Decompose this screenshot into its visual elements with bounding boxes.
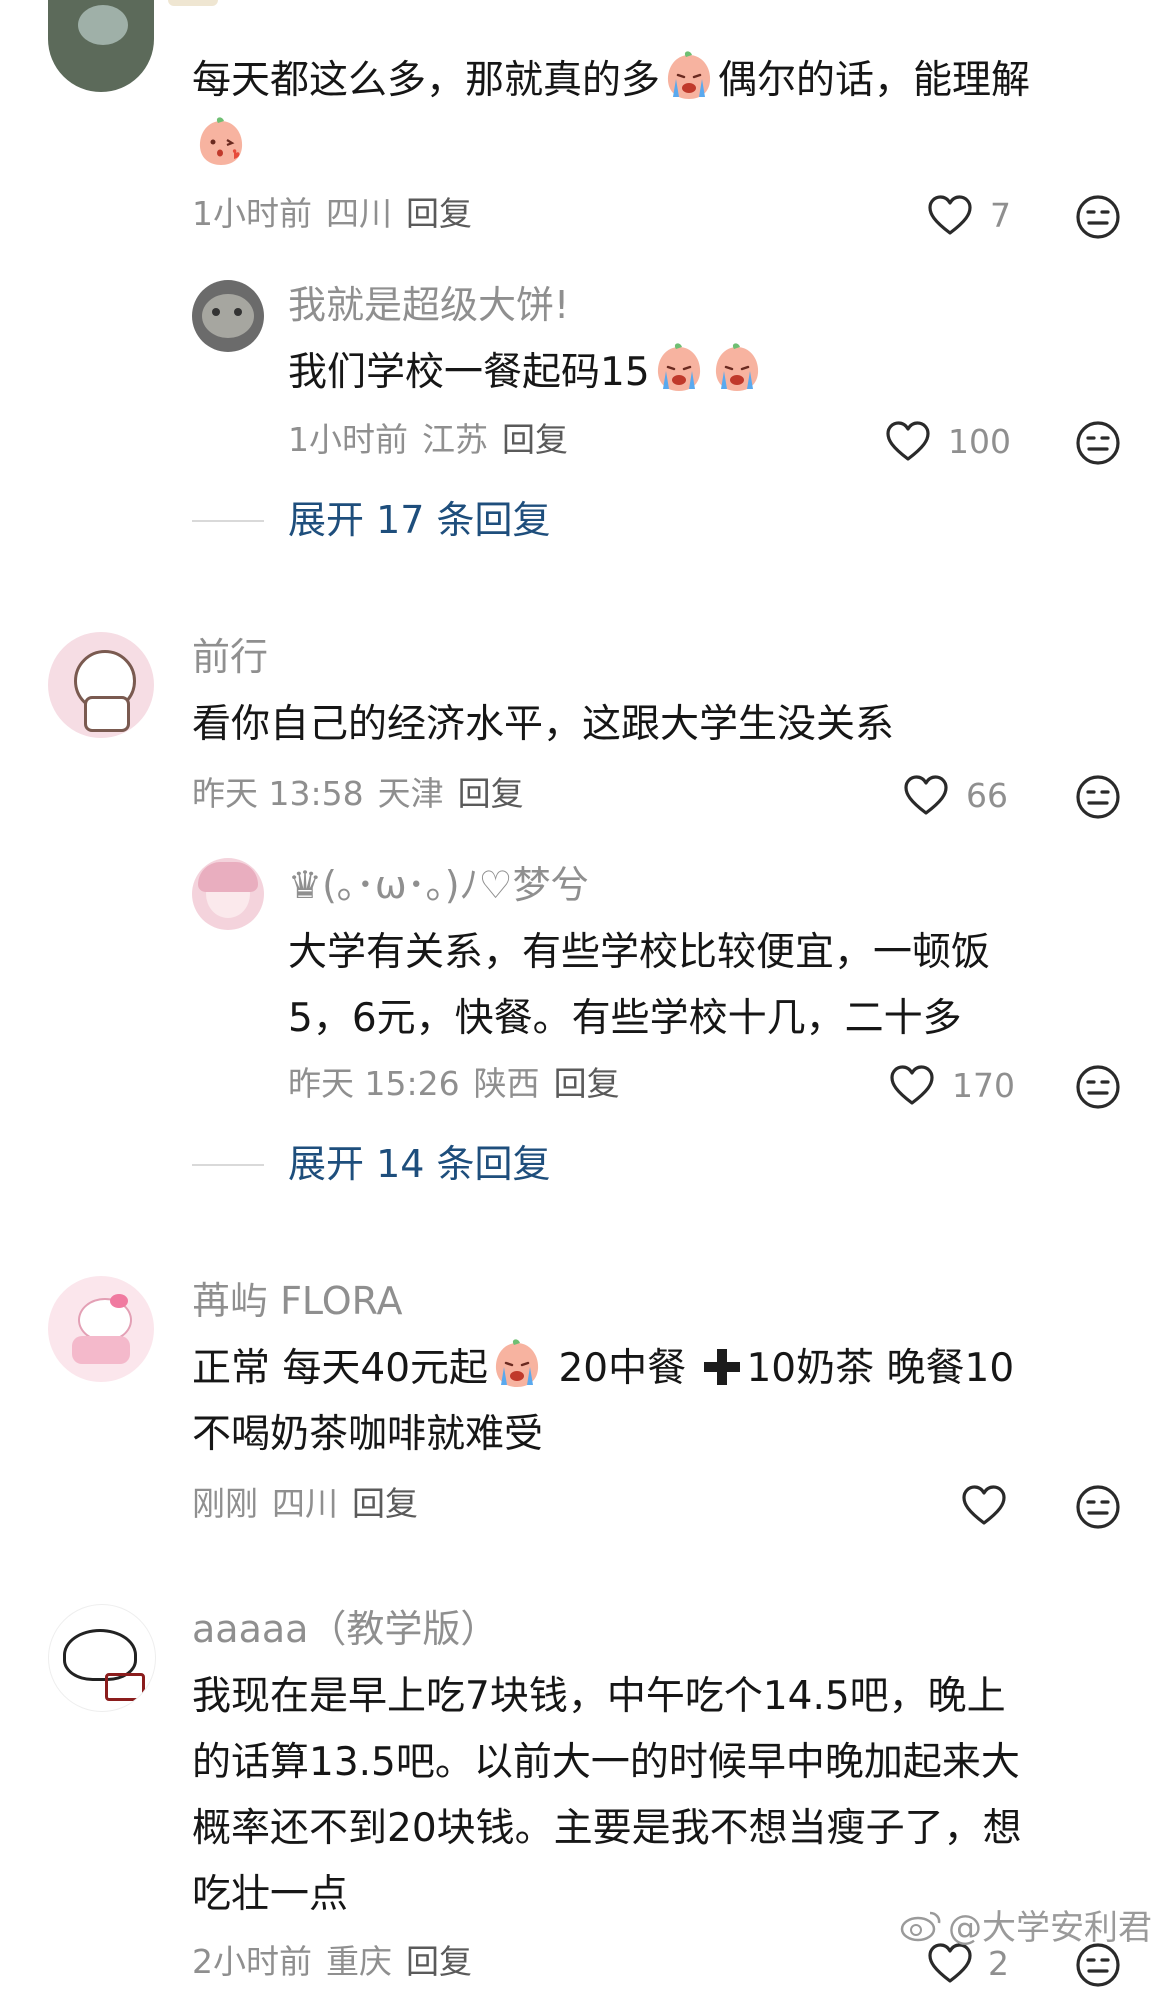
avatar[interactable] [192, 280, 264, 352]
comment-text-part: 偶尔的话，能理解 [718, 58, 1031, 103]
avatar[interactable] [192, 858, 264, 930]
comment-text-line: 概率还不到20块钱。主要是我不想当瘦子了，想 [192, 1806, 1022, 1851]
neutral-face-icon[interactable] [1074, 773, 1122, 821]
expand-replies-button[interactable]: 展开 17 条回复 [288, 494, 551, 546]
reply-time: 1小时前 [288, 420, 408, 459]
reply-text-part: 我们学校一餐起码15 [288, 350, 650, 395]
reply-button[interactable]: 回复 [554, 1064, 620, 1103]
comment-meta: 2小时前 重庆 回复 [192, 1940, 486, 1984]
reply-meta: 昨天 15:26 陕西 回复 [288, 1062, 634, 1106]
comment-location: 天津 [377, 774, 444, 813]
comment-time: 1小时前 [192, 194, 312, 233]
heart-outline-icon[interactable] [888, 1062, 936, 1110]
expand-replies-button[interactable]: 展开 14 条回复 [288, 1138, 551, 1190]
reply-username[interactable]: 我就是超级大饼! [288, 280, 569, 330]
reply-time: 昨天 15:26 [288, 1064, 460, 1103]
neutral-face-icon[interactable] [1074, 193, 1122, 241]
neutral-face-icon[interactable] [1074, 419, 1122, 467]
crying-peach-emoji [652, 341, 706, 395]
reply-text-line: 大学有关系，有些学校比较便宜，一顿饭 [288, 930, 991, 975]
crying-peach-emoji [710, 341, 764, 395]
comment-username[interactable]: 前行 [192, 632, 268, 682]
comment-text: 看你自己的经济水平，这跟大学生没关系 [192, 702, 895, 747]
comment-text-part: 20中餐 [558, 1346, 687, 1391]
comment-meta: 昨天 13:58 天津 回复 [192, 772, 538, 816]
reply-button[interactable]: 回复 [406, 194, 472, 233]
like-count: 7 [990, 196, 1011, 235]
comment-text-part: 10奶茶 晚餐10 [746, 1346, 1015, 1391]
comment-text-part: 每天都这么多，那就真的多 [192, 58, 661, 103]
like-count: 100 [948, 422, 1011, 461]
like-count: 66 [966, 776, 1008, 815]
reply-username[interactable]: ♛(｡･ω･｡)ﾉ♡梦兮 [288, 860, 589, 910]
like-count: 170 [952, 1066, 1015, 1105]
comment-meta: 1小时前 四川 回复 [192, 192, 486, 236]
comment-time: 2小时前 [192, 1942, 312, 1981]
comment-text-line: 我现在是早上吃7块钱，中午吃个14.5吧，晚上 [192, 1674, 1006, 1719]
comment-username[interactable]: aaaaa（教学版） [192, 1604, 498, 1654]
kiss-peach-emoji [194, 115, 248, 169]
reply-button[interactable]: 回复 [458, 774, 524, 813]
comment-text: 我现在是早上吃7块钱，中午吃个14.5吧，晚上 的话算13.5吧。以前大一的时候… [192, 1664, 1132, 1928]
avatar[interactable] [48, 1276, 154, 1382]
reply-meta: 1小时前 江苏 回复 [288, 418, 582, 462]
heart-outline-icon[interactable] [926, 192, 974, 240]
reply-button[interactable]: 回复 [352, 1484, 418, 1523]
comment-text-part: 不喝奶茶咖啡就难受 [192, 1412, 544, 1457]
comment-text: 每天都这么多，那就真的多 偶尔的话，能理解 [192, 48, 1122, 180]
expand-divider [192, 520, 264, 522]
reply-location: 江苏 [422, 420, 488, 459]
heavy-plus-icon [704, 1349, 741, 1385]
comment-location: 四川 [326, 194, 392, 233]
comment-location: 重庆 [326, 1942, 392, 1981]
heart-outline-icon[interactable] [902, 772, 950, 820]
neutral-face-icon[interactable] [1074, 1063, 1122, 1111]
watermark-text: @大学安利君 [948, 1908, 1152, 1948]
weibo-logo-icon [900, 1911, 941, 1941]
reply-text-line: 5，6元，快餐。有些学校十几，二十多 [288, 996, 962, 1041]
reply-button[interactable]: 回复 [502, 420, 568, 459]
neutral-face-icon[interactable] [1074, 1483, 1122, 1531]
expand-divider [192, 1164, 264, 1166]
reply-location: 陕西 [473, 1064, 540, 1103]
reply-text: 我们学校一餐起码15 [288, 340, 766, 406]
watermark: @大学安利君 [900, 1900, 1152, 1949]
avatar[interactable] [48, 0, 154, 92]
avatar[interactable] [48, 1604, 156, 1712]
crying-peach-emoji [490, 1337, 544, 1391]
comment-username[interactable]: 苒屿 FLORA [192, 1276, 403, 1326]
comment-time: 昨天 13:58 [192, 774, 364, 813]
avatar[interactable] [48, 632, 154, 738]
comment-text-part: 正常 每天40元起 [192, 1346, 489, 1391]
comment-meta: 刚刚 四川 回复 [192, 1482, 432, 1526]
heart-outline-icon[interactable] [960, 1482, 1008, 1530]
comment-text: 正常 每天40元起 20中餐 10奶茶 晚餐10 不喝奶茶咖啡就难受 [192, 1336, 1122, 1468]
reply-button[interactable]: 回复 [406, 1942, 472, 1981]
reply-text: 大学有关系，有些学校比较便宜，一顿饭 5，6元，快餐。有些学校十几，二十多 [288, 920, 990, 1052]
comment-text-line: 的话算13.5吧。以前大一的时候早中晚加起来大 [192, 1740, 1020, 1785]
heart-outline-icon[interactable] [884, 418, 932, 466]
comment-location: 四川 [272, 1484, 338, 1523]
crying-peach-emoji [662, 49, 716, 103]
avatar-partial [168, 0, 218, 6]
comment-time: 刚刚 [192, 1484, 258, 1523]
